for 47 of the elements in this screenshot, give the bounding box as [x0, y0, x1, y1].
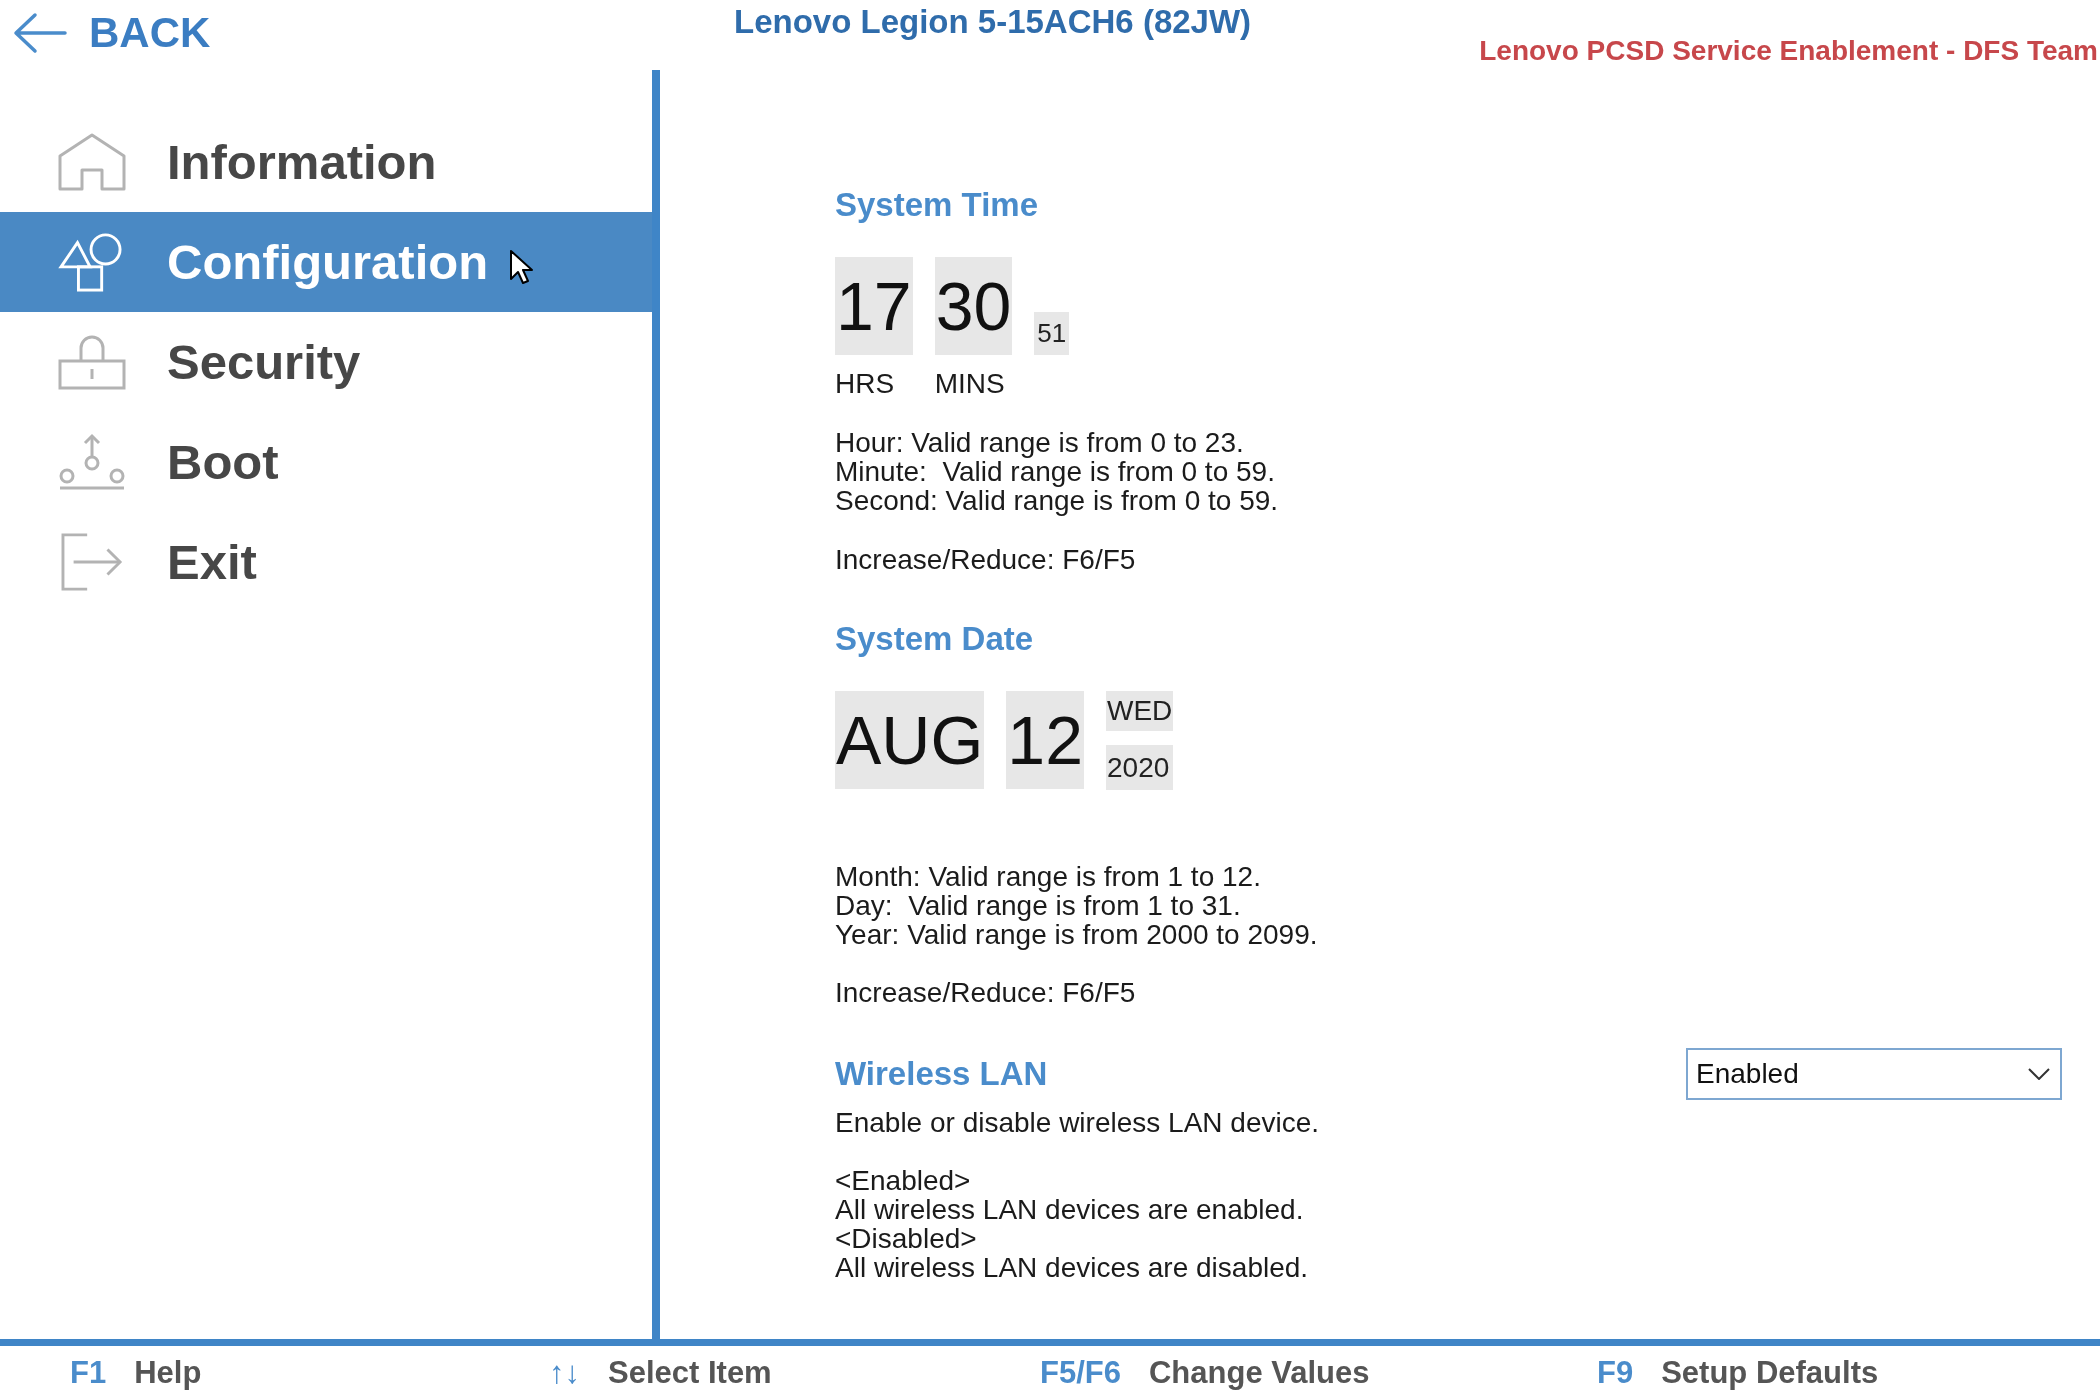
help-text: Month: Valid range is from 1 to 12. [835, 862, 1261, 891]
minute-field[interactable]: 30 [934, 257, 1013, 355]
sidebar-item[interactable]: Boot [0, 412, 652, 512]
help-text: <Enabled> [835, 1166, 971, 1195]
weekday-field: WED [1106, 691, 1174, 731]
unit-label: MINS [934, 368, 1005, 400]
house-icon [57, 132, 127, 192]
shortcut-key: F9 [1597, 1355, 1634, 1391]
help-text: Enable or disable wireless LAN device. [835, 1108, 1320, 1137]
shortcut-label: Change Values [1148, 1355, 1370, 1391]
help-text: Second: Valid range is from 0 to 59. [835, 486, 1279, 515]
shortcut-label: Select Item [608, 1355, 772, 1391]
help-text: All wireless LAN devices are enabled. [835, 1195, 1304, 1224]
help-text: Minute: Valid range is from 0 to 59. [835, 457, 1275, 486]
help-text: <Disabled> [835, 1224, 977, 1253]
sidebar-item[interactable]: Information [0, 112, 652, 212]
section-heading: Wireless LAN [835, 1055, 1048, 1093]
unit-label: HRS [835, 368, 895, 400]
sidebar-item[interactable]: Exit [0, 512, 652, 612]
help-text: Hour: Valid range is from 0 to 23. [835, 428, 1244, 457]
page-title: Lenovo Legion 5-15ACH6 (82JW) [734, 3, 1252, 41]
section-heading: System Time [835, 186, 1038, 224]
year-field[interactable]: 2020 [1106, 745, 1174, 790]
help-text: Year: Valid range is from 2000 to 2099. [835, 920, 1318, 949]
sidebar-item[interactable]: Security [0, 312, 652, 412]
chevron-down-icon [2028, 1068, 2050, 1080]
shortcut-key: ↑↓ [549, 1355, 580, 1391]
mouse-pointer-icon [509, 249, 533, 285]
help-text: Increase/Reduce: F6/F5 [835, 978, 1136, 1007]
help-text: All wireless LAN devices are disabled. [835, 1253, 1309, 1282]
day-field[interactable]: 12 [1006, 691, 1084, 789]
sidebar-item[interactable]: Configuration [0, 212, 652, 312]
team-label: Lenovo PCSD Service Enablement - DFS Team [1479, 35, 2099, 67]
dropdown[interactable]: Enabled [1686, 1048, 2062, 1100]
shortcut-label: Setup Defaults [1661, 1355, 1879, 1391]
hour-field[interactable]: 17 [835, 257, 913, 355]
arrow-circles-icon [57, 432, 127, 492]
shortcut-label: Help [134, 1355, 202, 1391]
second-field[interactable]: 51 [1034, 312, 1070, 355]
help-text: Day: Valid range is from 1 to 31. [835, 891, 1241, 920]
back-button[interactable]: BACK [13, 10, 211, 56]
shortcut-key: F5/F6 [1040, 1355, 1121, 1391]
section-heading: System Date [835, 620, 1034, 658]
arrow-left-icon [13, 12, 67, 54]
month-field[interactable]: AUG [835, 691, 985, 789]
shortcut-key: F1 [70, 1355, 107, 1391]
help-text: Increase/Reduce: F6/F5 [835, 545, 1136, 574]
